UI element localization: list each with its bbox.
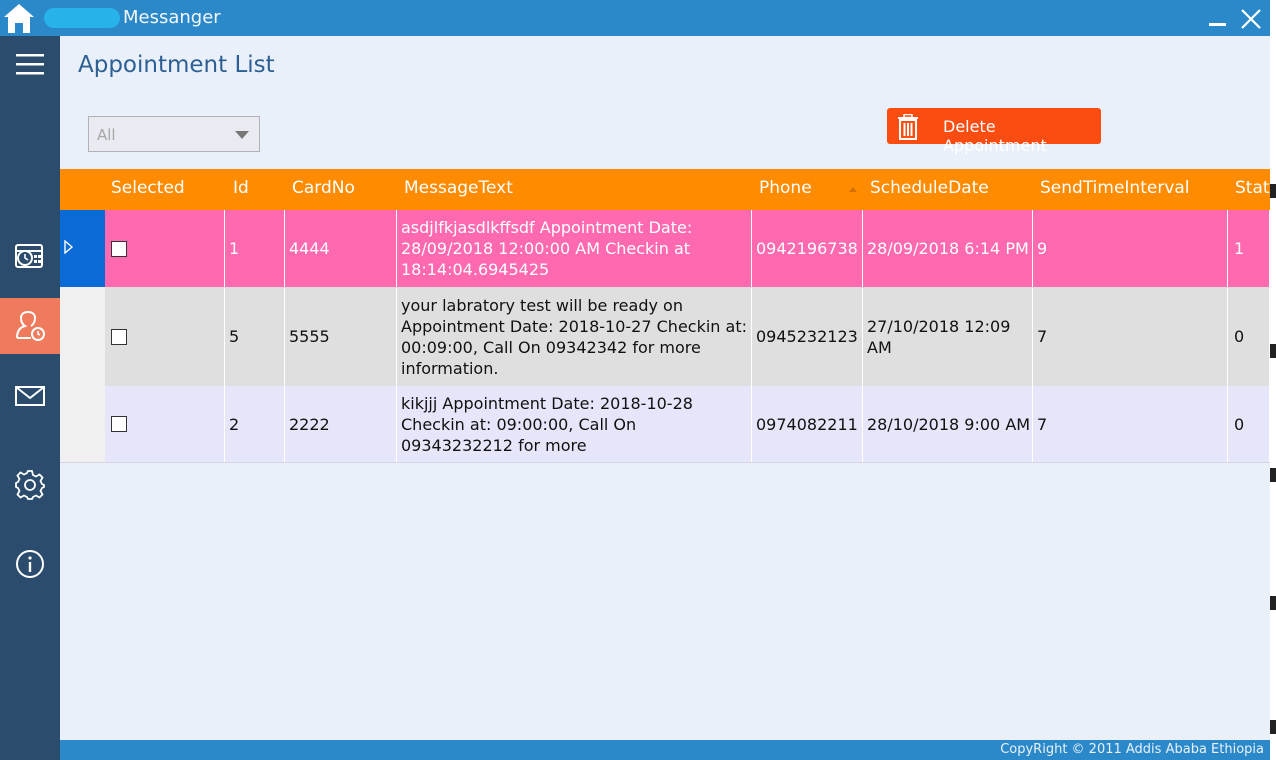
schedule-date-cell: 28/09/2018 6:14 PM [863, 210, 1033, 287]
column-header-id[interactable]: Id [233, 178, 249, 198]
app-window: Messanger Appointment List All Delete Ap… [0, 0, 1270, 760]
sidebar-item-settings[interactable] [0, 457, 60, 513]
title-bar: Messanger [0, 0, 1270, 36]
status-cell: 0 [1228, 287, 1270, 386]
close-icon[interactable] [1238, 4, 1264, 32]
current-row-arrow-icon [64, 240, 74, 254]
chevron-down-icon [235, 131, 249, 139]
gear-icon [15, 470, 45, 500]
column-header-scheduledate[interactable]: ScheduleDate [870, 178, 989, 198]
selected-cell [105, 386, 225, 462]
minimize-icon[interactable] [1206, 4, 1230, 32]
column-header-sendtimeinterval[interactable]: SendTimeInterval [1040, 178, 1190, 198]
app-title: Messanger [123, 7, 221, 28]
schedule-date-cell: 27/10/2018 12:09 AM [863, 287, 1033, 386]
row-header[interactable] [60, 210, 105, 287]
id-cell: 1 [225, 210, 285, 287]
schedule-date-cell: 28/10/2018 9:00 AM [863, 386, 1033, 462]
sort-indicator-icon [849, 187, 857, 192]
status-bar: CopyRight © 2011 Addis Ababa Ethiopia [60, 740, 1270, 760]
status-cell: 1 [1228, 210, 1270, 287]
status-cell: 0 [1228, 386, 1270, 462]
id-cell: 2 [225, 386, 285, 462]
table-row[interactable]: 2 2222 kikjjj Appointment Date: 2018-10-… [60, 386, 1270, 463]
menu-button[interactable] [0, 36, 60, 92]
message-cell: asdjlfkjasdlkffsdf Appointment Date: 28/… [397, 210, 752, 287]
hamburger-icon [16, 54, 44, 75]
sidebar-item-appointments[interactable] [0, 298, 60, 354]
envelope-icon [15, 386, 45, 406]
message-cell: your labratory test will be ready on App… [397, 287, 752, 386]
table-row[interactable]: 1 4444 asdjlfkjasdlkffsdf Appointment Da… [60, 210, 1270, 287]
interval-cell: 7 [1033, 287, 1228, 386]
sidebar-item-schedule[interactable] [0, 228, 60, 284]
main-panel: Appointment List All Delete Appointment … [60, 36, 1270, 740]
row-checkbox[interactable] [111, 240, 127, 257]
grid-header: Selected Id CardNo MessageText Phone Sch… [60, 169, 1270, 210]
row-header[interactable] [60, 386, 105, 462]
sidebar [0, 36, 60, 760]
trash-icon [898, 114, 918, 140]
column-header-status[interactable]: Stat [1235, 178, 1270, 198]
info-icon [16, 550, 44, 578]
user-clock-icon [16, 310, 45, 341]
phone-cell: 0974082211 [752, 386, 863, 462]
column-header-phone[interactable]: Phone [759, 178, 812, 198]
phone-cell: 0945232123 [752, 287, 863, 386]
filter-value: All [97, 126, 116, 144]
redacted-label [44, 8, 120, 28]
row-checkbox[interactable] [111, 328, 127, 345]
column-header-cardno[interactable]: CardNo [292, 178, 355, 198]
page-title: Appointment List [78, 52, 275, 78]
row-header[interactable] [60, 287, 105, 386]
calendar-clock-icon [15, 244, 43, 268]
cardno-cell: 4444 [285, 210, 397, 287]
selected-cell [105, 287, 225, 386]
column-header-selected[interactable]: Selected [111, 178, 185, 198]
id-cell: 5 [225, 287, 285, 386]
sidebar-item-about[interactable] [0, 536, 60, 592]
delete-button-label: Delete Appointment [943, 117, 1047, 155]
interval-cell: 7 [1033, 386, 1228, 462]
row-checkbox[interactable] [111, 416, 127, 432]
home-icon[interactable] [2, 2, 36, 34]
column-header-messagetext[interactable]: MessageText [404, 178, 513, 198]
background-window-edge [1270, 0, 1276, 760]
cardno-cell: 2222 [285, 386, 397, 462]
filter-dropdown[interactable]: All [88, 116, 260, 152]
copyright-text: CopyRight © 2011 Addis Ababa Ethiopia [1000, 742, 1264, 757]
table-row[interactable]: 5 5555 your labratory test will be ready… [60, 287, 1270, 386]
delete-appointment-button[interactable]: Delete Appointment [887, 108, 1101, 155]
message-cell: kikjjj Appointment Date: 2018-10-28 Chec… [397, 386, 752, 462]
interval-cell: 9 [1033, 210, 1228, 287]
phone-cell: 0942196738 [752, 210, 863, 287]
cardno-cell: 5555 [285, 287, 397, 386]
selected-cell [105, 210, 225, 287]
sidebar-item-messages[interactable] [0, 368, 60, 424]
